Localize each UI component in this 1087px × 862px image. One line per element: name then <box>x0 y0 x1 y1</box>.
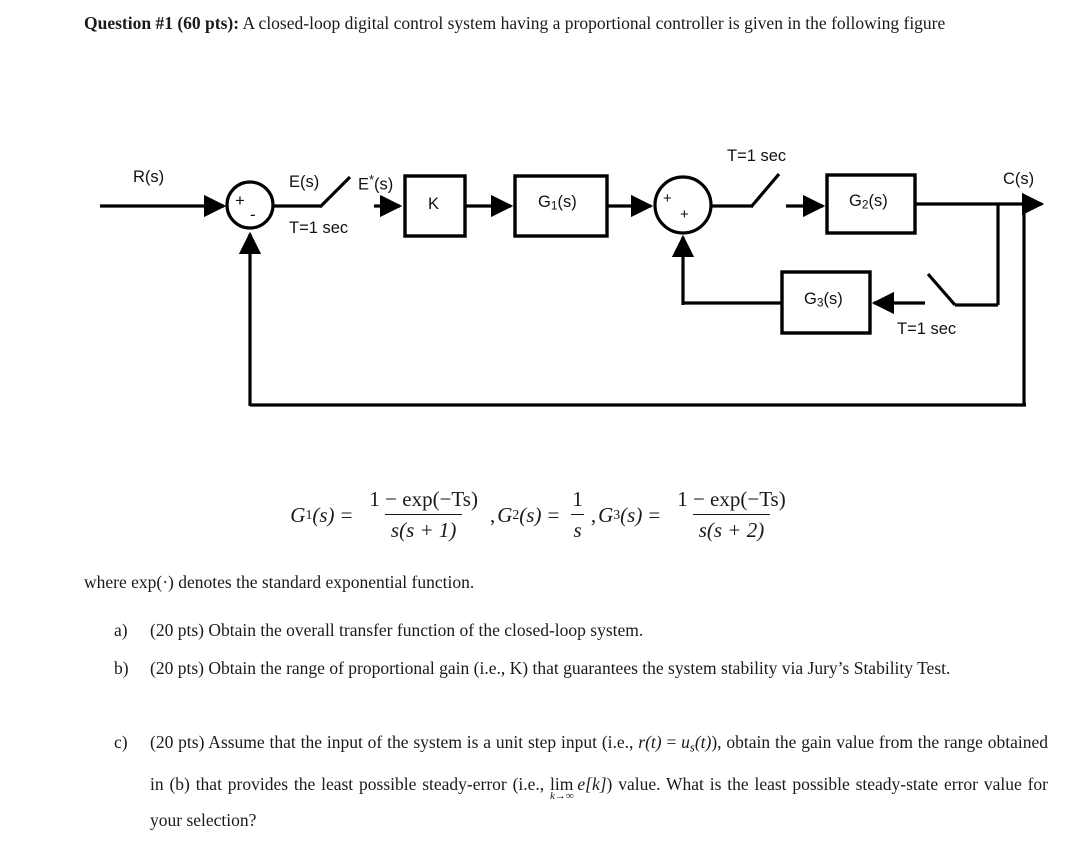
part-c-text: (20 pts) Assume that the input of the sy… <box>150 724 1048 838</box>
part-a-marker: a) <box>114 620 128 640</box>
label-input: R(s) <box>133 168 165 186</box>
formula-g3-name: G <box>598 502 614 527</box>
part-a-text: (20 pts) Obtain the overall transfer fun… <box>150 620 644 640</box>
formula-g2: G 2 (s) = 1 s <box>497 487 590 543</box>
formula-g1-arg: (s) <box>312 502 335 527</box>
formula-g2-name: G <box>497 502 513 527</box>
label-sum1-plus: + <box>235 191 245 210</box>
label-sampler-1-period: T=1 sec <box>289 219 349 237</box>
part-c-ek: e <box>577 773 586 794</box>
sampler-3-blade <box>926 272 957 307</box>
formula-g1-name: G <box>290 502 306 527</box>
label-sampled-error: E*(s) <box>358 172 393 194</box>
label-error: E(s) <box>289 173 320 191</box>
formula-separator-1: , <box>489 502 496 527</box>
formula-g2-denominator: s <box>571 514 584 543</box>
label-g2-block: G2(s) <box>849 192 888 212</box>
part-b-text: (20 pts) Obtain the range of proportiona… <box>150 658 951 678</box>
part-c-text-1: (20 pts) Assume that the input of the sy… <box>150 732 639 752</box>
label-sum2-plus-bottom: + <box>680 206 689 223</box>
formula-g3-numerator: 1 − exp(−Ts) <box>677 487 786 511</box>
label-sampled-error-base: E <box>358 175 370 194</box>
question-heading-rest: A closed-loop digital control system hav… <box>242 13 946 33</box>
question-heading-prefix: Question #1 (60 pts): <box>84 13 240 33</box>
label-sum1-minus: - <box>250 205 256 224</box>
label-g3-arg: (s) <box>823 290 843 308</box>
part-c: c) (20 pts) Assume that the input of the… <box>114 724 1048 838</box>
label-g1-arg: (s) <box>557 193 577 211</box>
part-c-ek-arg: [k] <box>585 773 607 794</box>
label-output: C(s) <box>1003 170 1035 188</box>
part-c-limit: lim k→∞ <box>550 775 574 801</box>
label-gain-block: K <box>428 195 440 213</box>
formula-g2-fraction: 1 s <box>570 487 585 543</box>
where-note: where exp(·) denotes the standard expone… <box>84 572 475 592</box>
formula-row: G 1 (s) = 1 − exp(−Ts) s(s + 1) , G 2 (s) = … <box>290 487 796 543</box>
part-b: b) (20 pts) Obtain the range of proporti… <box>114 650 1048 686</box>
part-b-marker: b) <box>114 658 129 678</box>
part-a: a) (20 pts) Obtain the overall transfer … <box>114 612 1048 648</box>
formula-g3-equals: = <box>648 502 661 527</box>
formula-g1-fraction: 1 − exp(−Ts) s(s + 1) <box>363 487 484 543</box>
formula-g1-sub: 1 <box>305 507 313 522</box>
label-g3-base: G <box>804 290 817 308</box>
label-sampler-2-period: T=1 sec <box>727 147 787 165</box>
question-heading: Question #1 (60 pts): A closed-loop digi… <box>84 6 1048 40</box>
transfer-function-formulas: G 1 (s) = 1 − exp(−Ts) s(s + 1) , G 2 (s) = … <box>0 487 1087 543</box>
label-g2-base: G <box>849 192 862 210</box>
formula-g1: G 1 (s) = 1 − exp(−Ts) s(s + 1) <box>290 487 489 543</box>
formula-g2-arg: (s) <box>519 502 542 527</box>
part-c-us: u <box>681 732 690 752</box>
sampler-2-blade <box>749 172 781 209</box>
formula-g1-numerator: 1 − exp(−Ts) <box>369 487 478 511</box>
formula-g2-equals: = <box>547 502 560 527</box>
part-c-rt-arg: (t) <box>645 732 662 752</box>
part-c-equals: = <box>661 732 682 752</box>
formula-g1-denominator: s(s + 1) <box>384 514 463 543</box>
formula-g2-numerator: 1 <box>572 487 583 511</box>
label-g2-arg: (s) <box>868 192 888 210</box>
label-sampled-error-arg: (s) <box>374 175 394 194</box>
label-g1-block: G1(s) <box>538 193 577 213</box>
part-c-marker: c) <box>114 732 128 752</box>
label-g3-block: G3(s) <box>804 290 843 310</box>
formula-g2-sub: 2 <box>512 507 520 522</box>
formula-g3-arg: (s) <box>620 502 643 527</box>
formula-g3: G 3 (s) = 1 − exp(−Ts) s(s + 2) <box>598 487 797 543</box>
sampler-1-blade <box>318 175 352 209</box>
formula-g3-fraction: 1 − exp(−Ts) s(s + 2) <box>671 487 792 543</box>
label-g1-base: G <box>538 193 551 211</box>
label-sampler-3-period: T=1 sec <box>897 320 957 338</box>
formula-separator-2: , <box>590 502 597 527</box>
formula-g3-denominator: s(s + 2) <box>692 514 771 543</box>
part-c-limit-sub: k→∞ <box>550 789 574 802</box>
label-sum2-plus-left: + <box>663 190 672 207</box>
formula-g3-sub: 3 <box>613 507 621 522</box>
formula-g1-equals: = <box>340 502 353 527</box>
worksheet-page: Question #1 (60 pts): A closed-loop digi… <box>0 0 1087 862</box>
part-c-us-arg: (t) <box>694 732 712 752</box>
